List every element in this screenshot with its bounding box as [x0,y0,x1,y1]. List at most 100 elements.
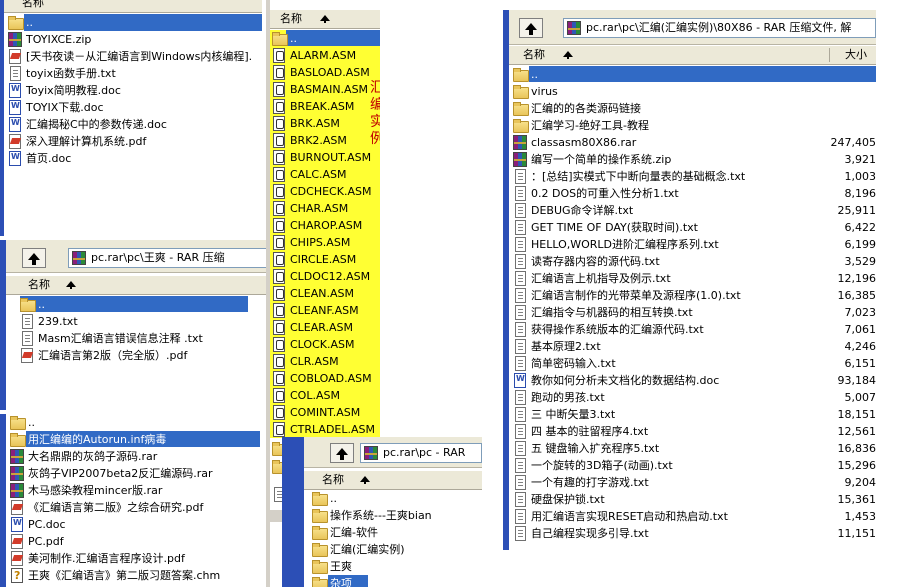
column-header[interactable]: 名称 [270,10,380,29]
list-item[interactable]: HELLO,WORLD进阶汇编程序系列.txt 6,199 [513,236,876,253]
list-item[interactable]: BASMAIN.ASM [272,81,372,98]
list-item[interactable]: 读寄存器内容的源代码.txt 3,529 [513,253,876,270]
list-item[interactable]: CDCHECK.ASM [272,183,372,200]
list-item[interactable]: CLEAN.ASM [272,285,372,302]
list-item[interactable]: 239.txt [20,313,264,330]
list-item[interactable]: 王爽《汇编语言》第二版习题答案.chm [10,567,260,584]
list-item[interactable]: 基本原理2.txt 4,246 [513,338,876,355]
list-item[interactable]: ：[总结]实模式下中断向量表的基础概念.txt 1,003 [513,168,876,185]
list-item[interactable]: .. [10,414,260,431]
list-item[interactable]: 用汇编编的Autorun.inf病毒 [10,431,260,448]
list-item[interactable]: 《汇编语言第二版》之综合研究.pdf [10,499,260,516]
list-item[interactable]: 汇编指令与机器码的相互转换.txt 7,023 [513,304,876,321]
list-item[interactable]: CLOCK.ASM [272,336,372,353]
list-item[interactable]: CHAROP.ASM [272,217,372,234]
up-folder-button[interactable] [519,18,543,38]
list-item[interactable]: toyix函数手册.txt [8,65,262,82]
path-field[interactable]: pc.rar\pc\汇编(汇编实例)\80X86 - RAR 压缩文件, 解 [563,18,876,38]
list-item[interactable]: 汇编-软件 [312,524,480,541]
list-item[interactable]: 美河制作.汇编语言程序设计.pdf [10,550,260,567]
text-file-icon [515,322,526,337]
list-item[interactable]: 汇编语言第2版（完全版）.pdf [20,347,264,364]
list-item[interactable]: CLEAR.ASM [272,319,372,336]
list-item[interactable]: CHAR.ASM [272,200,372,217]
list-item[interactable]: CIRCLE.ASM [272,251,372,268]
list-item[interactable]: BRK.ASM [272,115,372,132]
list-item-parent[interactable]: .. [8,14,262,31]
list-item[interactable]: TOYIXCE.zip [8,31,262,48]
list-item[interactable]: classasm80X86.rar 247,405 [513,134,876,151]
list-item[interactable]: .. [312,490,480,507]
list-item[interactable]: BASLOAD.ASM [272,64,372,81]
list-item[interactable]: 王爽 [312,558,480,575]
column-header[interactable]: 名称 大小 [509,46,876,65]
list-item[interactable]: GET TIME OF DAY(获取时间).txt 6,422 [513,219,876,236]
list-item[interactable]: CLEANF.ASM [272,302,372,319]
list-item[interactable]: 编写一个简单的操作系统.zip 3,921 [513,151,876,168]
list-item[interactable]: Masm汇编语言错误信息注释 .txt [20,330,264,347]
list-item[interactable]: 汇编语言制作的光带菜单及源程序(1.0).txt 16,385 [513,287,876,304]
list-item[interactable]: 木马感染教程mincer版.rar [10,482,260,499]
list-item[interactable]: 汇编学习-绝好工具-教程 [513,117,876,134]
list-item[interactable]: .. [513,66,876,83]
list-item[interactable]: 一个旋转的3D箱子(动画).txt 15,296 [513,457,876,474]
list-item[interactable]: 获得操作系统版本的汇编源代码.txt 7,061 [513,321,876,338]
list-item[interactable]: CHIPS.ASM [272,234,372,251]
list-item[interactable]: ALARM.ASM [272,47,372,64]
up-folder-button[interactable] [22,248,46,268]
list-item[interactable]: BREAK.ASM [272,98,372,115]
list-item[interactable]: CLDOC12.ASM [272,268,372,285]
column-divider[interactable] [829,48,830,62]
list-item[interactable]: CTRLADEL.ASM [272,421,375,438]
list-item-label: 一个旋转的3D箱子(动画).txt [531,459,673,472]
list-item[interactable]: 四 基本的驻留程序4.txt 12,561 [513,423,876,440]
list-item[interactable]: 汇编揭秘C中的参数传递.doc [8,116,262,133]
column-header-name[interactable]: 名称 [22,0,44,12]
path-field[interactable]: pc.rar\pc - RAR [360,443,482,463]
list-item[interactable]: PC.doc [10,516,260,533]
asm-icon [273,405,285,420]
list-item[interactable]: 操作系统---王爽bian [312,507,480,524]
list-item[interactable]: 用汇编语言实现RESET启动和热启动.txt 1,453 [513,508,876,525]
list-item[interactable]: 0.2 DOS的可重入性分析1.txt 8,196 [513,185,876,202]
list-item[interactable]: 硬盘保护锁.txt 15,361 [513,491,876,508]
column-header-name[interactable]: 名称 [523,46,545,64]
list-item[interactable]: 首页.doc [8,150,262,167]
list-item[interactable]: 跑动的男孩.txt 5,007 [513,389,876,406]
list-item[interactable]: CLR.ASM [272,353,372,370]
list-item[interactable]: 自己编程实现多引导.txt 11,151 [513,525,876,542]
list-item[interactable]: 汇编(汇编实例) [312,541,480,558]
list-item-label: CHAROP.ASM [290,219,363,232]
list-item[interactable]: 灰鸽子VIP2007beta2反汇编源码.rar [10,465,260,482]
list-item[interactable]: COBLOAD.ASM [272,370,372,387]
list-item[interactable]: COL.ASM [272,387,372,404]
list-item[interactable]: virus [513,83,876,100]
path-field[interactable]: pc.rar\pc\王爽 - RAR 压缩 [68,248,268,268]
column-header[interactable]: 名称 [4,0,262,13]
column-header[interactable]: 名称 [6,276,268,295]
list-item[interactable]: COMINT.ASM [272,404,372,421]
list-item[interactable]: BRK2.ASM [272,132,372,149]
list-item[interactable]: 大名鼎鼎的灰鸽子源码.rar [10,448,260,465]
list-item[interactable]: [天书夜读－从汇编语言到Windows内核编程]. [8,48,262,65]
list-item[interactable]: 杂项 [312,575,480,587]
list-item[interactable]: 汇编语言上机指导及例示.txt 12,196 [513,270,876,287]
list-item[interactable]: CALC.ASM [272,166,372,183]
list-item-label: DEBUG命令详解.txt [531,204,634,217]
list-item[interactable]: 三 中断矢量3.txt 18,151 [513,406,876,423]
list-item[interactable]: 五 键盘输入扩充程序5.txt 16,836 [513,440,876,457]
list-item[interactable]: DEBUG命令详解.txt 25,911 [513,202,876,219]
column-header-size[interactable]: 大小 [845,46,867,64]
list-item[interactable]: TOYIX下载.doc [8,99,262,116]
up-folder-button[interactable] [330,443,354,463]
list-item[interactable]: 深入理解计算机系统.pdf [8,133,262,150]
column-header[interactable]: 名称 [304,471,482,490]
list-item[interactable]: BURNOUT.ASM [272,149,372,166]
list-item[interactable]: 简单密码输入.txt 6,151 [513,355,876,372]
list-item[interactable]: 一个有趣的打字游戏.txt 9,204 [513,474,876,491]
asm-icon [273,184,285,199]
list-item[interactable]: PC.pdf [10,533,260,550]
list-item[interactable]: 汇编的的各类源码链接 [513,100,876,117]
list-item[interactable]: Toyix简明教程.doc [8,82,262,99]
list-item[interactable]: 教你如何分析未文档化的数据结构.doc 93,184 [513,372,876,389]
